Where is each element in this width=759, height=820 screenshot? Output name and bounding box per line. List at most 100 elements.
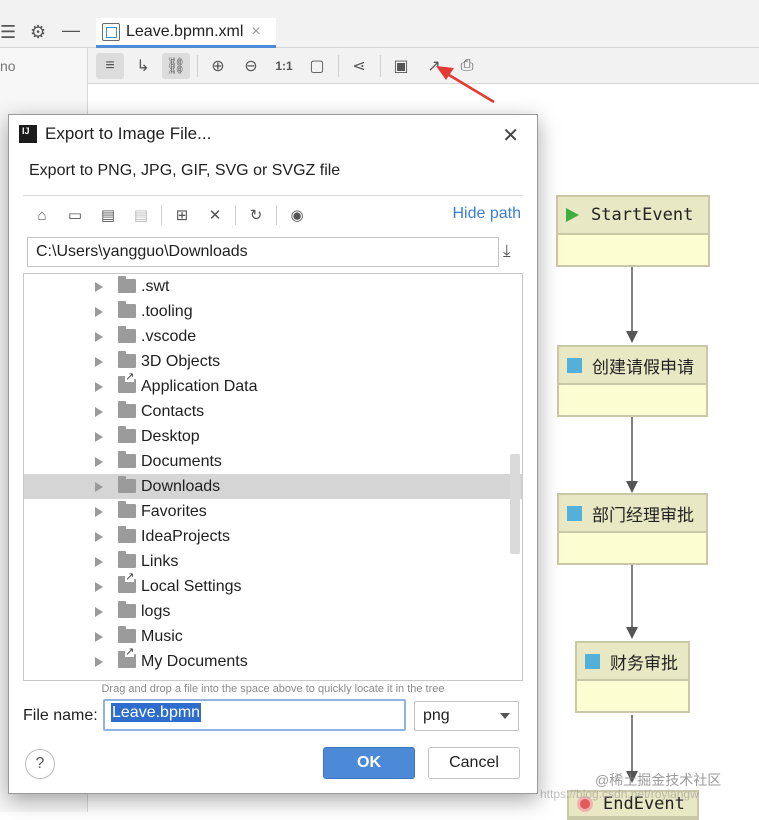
delete-icon[interactable]: ✕ <box>204 204 226 226</box>
expand-arrow-icon[interactable] <box>95 556 103 567</box>
link-icon[interactable]: ⛓ <box>162 52 190 79</box>
tree-scrollbar[interactable] <box>510 454 520 554</box>
project-folder-icon[interactable]: ▤ <box>97 204 119 226</box>
user-task-icon <box>567 505 582 521</box>
expand-arrow-icon[interactable] <box>95 656 103 667</box>
folder-icon <box>118 276 136 293</box>
tree-row[interactable]: Favorites <box>24 499 522 524</box>
tree-row-label: .swt <box>141 277 170 295</box>
file-name-input[interactable]: Leave.bpmn <box>103 699 406 731</box>
tree-row[interactable]: Music <box>24 624 522 649</box>
ok-button[interactable]: OK <box>323 747 415 779</box>
tree-row[interactable]: Application Data <box>24 372 522 399</box>
expand-arrow-icon[interactable] <box>95 406 103 417</box>
toolbar-separator <box>161 205 162 225</box>
settings-icon[interactable]: ≡ <box>96 52 124 79</box>
share-layout-icon[interactable]: ⋖ <box>345 53 373 79</box>
tree-row[interactable]: Links <box>24 549 522 574</box>
task-create-leave-node[interactable]: 创建请假申请 <box>557 345 708 417</box>
tree-row[interactable]: Documents <box>24 449 522 474</box>
hide-path-link[interactable]: Hide path <box>453 205 522 223</box>
folder-icon <box>118 451 136 468</box>
cancel-button[interactable]: Cancel <box>428 747 520 779</box>
expand-arrow-icon[interactable] <box>95 506 103 517</box>
desktop-icon[interactable]: ▭ <box>64 204 86 226</box>
expand-arrow-icon[interactable] <box>95 456 103 467</box>
start-event-node[interactable]: StartEvent <box>556 195 710 267</box>
list-icon[interactable]: ☰ <box>0 22 16 42</box>
editor-tab[interactable]: Leave.bpmn.xml × <box>96 18 276 48</box>
folder-icon <box>118 301 136 318</box>
module-folder-icon[interactable]: ▤ <box>130 204 152 226</box>
bpmn-file-icon <box>102 22 120 41</box>
toolbar-separator <box>276 205 277 225</box>
tab-title: Leave.bpmn.xml <box>126 22 244 40</box>
tree-row-label: Favorites <box>141 502 207 520</box>
file-chooser-toolbar: ⌂ ▭ ▤ ▤ ⊞ ✕ ↻ ◉ Hide path <box>31 203 521 227</box>
expand-arrow-icon[interactable] <box>95 531 103 542</box>
fit-content-icon[interactable]: ▢ <box>303 53 331 79</box>
folder-icon <box>118 401 136 418</box>
new-folder-icon[interactable]: ⊞ <box>171 204 193 226</box>
user-task-icon <box>567 357 582 373</box>
tree-row[interactable]: IdeaProjects <box>24 524 522 549</box>
refresh-icon[interactable]: ↻ <box>245 204 267 226</box>
tree-row[interactable]: Desktop <box>24 424 522 449</box>
tree-row-label: .tooling <box>141 302 193 320</box>
folder-link-icon <box>118 647 136 668</box>
minimize-icon[interactable]: — <box>62 20 80 40</box>
tab-close-button[interactable]: × <box>251 23 260 41</box>
task-label: 部门经理审批 <box>592 505 694 525</box>
file-tree[interactable]: .swt .tooling .vscode 3D Objects Application… <box>23 273 523 681</box>
zoom-out-icon[interactable]: ⊖ <box>237 53 265 79</box>
tree-row[interactable]: Local Settings <box>24 572 522 599</box>
download-icon[interactable]: ⤓ <box>503 241 511 261</box>
expand-arrow-icon[interactable] <box>95 356 103 367</box>
close-button[interactable]: ✕ <box>502 123 519 148</box>
tree-row[interactable]: logs <box>24 599 522 624</box>
task-finance-approve-node[interactable]: 财务审批 <box>575 641 690 713</box>
tree-row[interactable]: Contacts <box>24 399 522 424</box>
expand-arrow-icon[interactable] <box>95 381 103 392</box>
tree-row-label: Contacts <box>141 402 205 420</box>
tree-row-label: .vscode <box>141 327 197 345</box>
tree-row-label: Desktop <box>141 427 200 445</box>
tree-row[interactable]: .swt <box>24 274 522 299</box>
expand-arrow-icon[interactable] <box>95 631 103 642</box>
gear-icon[interactable]: ⚙ <box>30 22 46 42</box>
expand-arrow-icon[interactable] <box>95 306 103 317</box>
divider <box>23 195 523 196</box>
tree-row[interactable]: .vscode <box>24 324 522 349</box>
tree-row[interactable]: My Documents <box>24 647 522 674</box>
expand-arrow-icon[interactable] <box>95 606 103 617</box>
expand-arrow-icon[interactable] <box>95 481 103 492</box>
tree-row-label: Application Data <box>141 377 258 395</box>
show-hidden-icon[interactable]: ◉ <box>286 204 308 226</box>
home-icon[interactable]: ⌂ <box>31 204 53 226</box>
expand-arrow-icon[interactable] <box>95 431 103 442</box>
route-icon[interactable]: ↳ <box>129 53 157 79</box>
tree-row-label: Music <box>141 627 183 645</box>
format-select[interactable]: png <box>414 701 519 731</box>
tree-row[interactable]: Downloads <box>24 474 522 499</box>
export-image-dialog: IJ Export to Image File... ✕ Export to P… <box>8 114 538 794</box>
file-name-value: Leave.bpmn <box>111 703 202 722</box>
tree-row[interactable]: .tooling <box>24 299 522 324</box>
tree-row[interactable]: 3D Objects <box>24 349 522 374</box>
task-manager-approve-node[interactable]: 部门经理审批 <box>557 493 708 565</box>
actual-size-button[interactable]: 1:1 <box>270 53 298 79</box>
dialog-title-bar[interactable]: IJ Export to Image File... <box>9 115 537 153</box>
diagram-toolbar: ≡ ↳ ⛓ ⊕ ⊖ 1:1 ▢ ⋖ ▣ ↗ ⎙ <box>88 48 759 84</box>
format-value: png <box>423 707 450 724</box>
expand-arrow-icon[interactable] <box>95 281 103 292</box>
expand-arrow-icon[interactable] <box>95 331 103 342</box>
chevron-down-icon <box>500 713 510 719</box>
dialog-description: Export to PNG, JPG, GIF, SVG or SVGZ fil… <box>29 162 341 179</box>
expand-arrow-icon[interactable] <box>95 581 103 592</box>
help-button[interactable]: ? <box>25 749 55 779</box>
zoom-in-icon[interactable]: ⊕ <box>204 53 232 79</box>
save-icon[interactable]: ▣ <box>387 53 415 79</box>
path-input[interactable] <box>27 237 499 267</box>
tree-row-label: Local Settings <box>141 577 242 595</box>
drag-drop-hint: Drag and drop a file into the space abov… <box>101 683 445 695</box>
